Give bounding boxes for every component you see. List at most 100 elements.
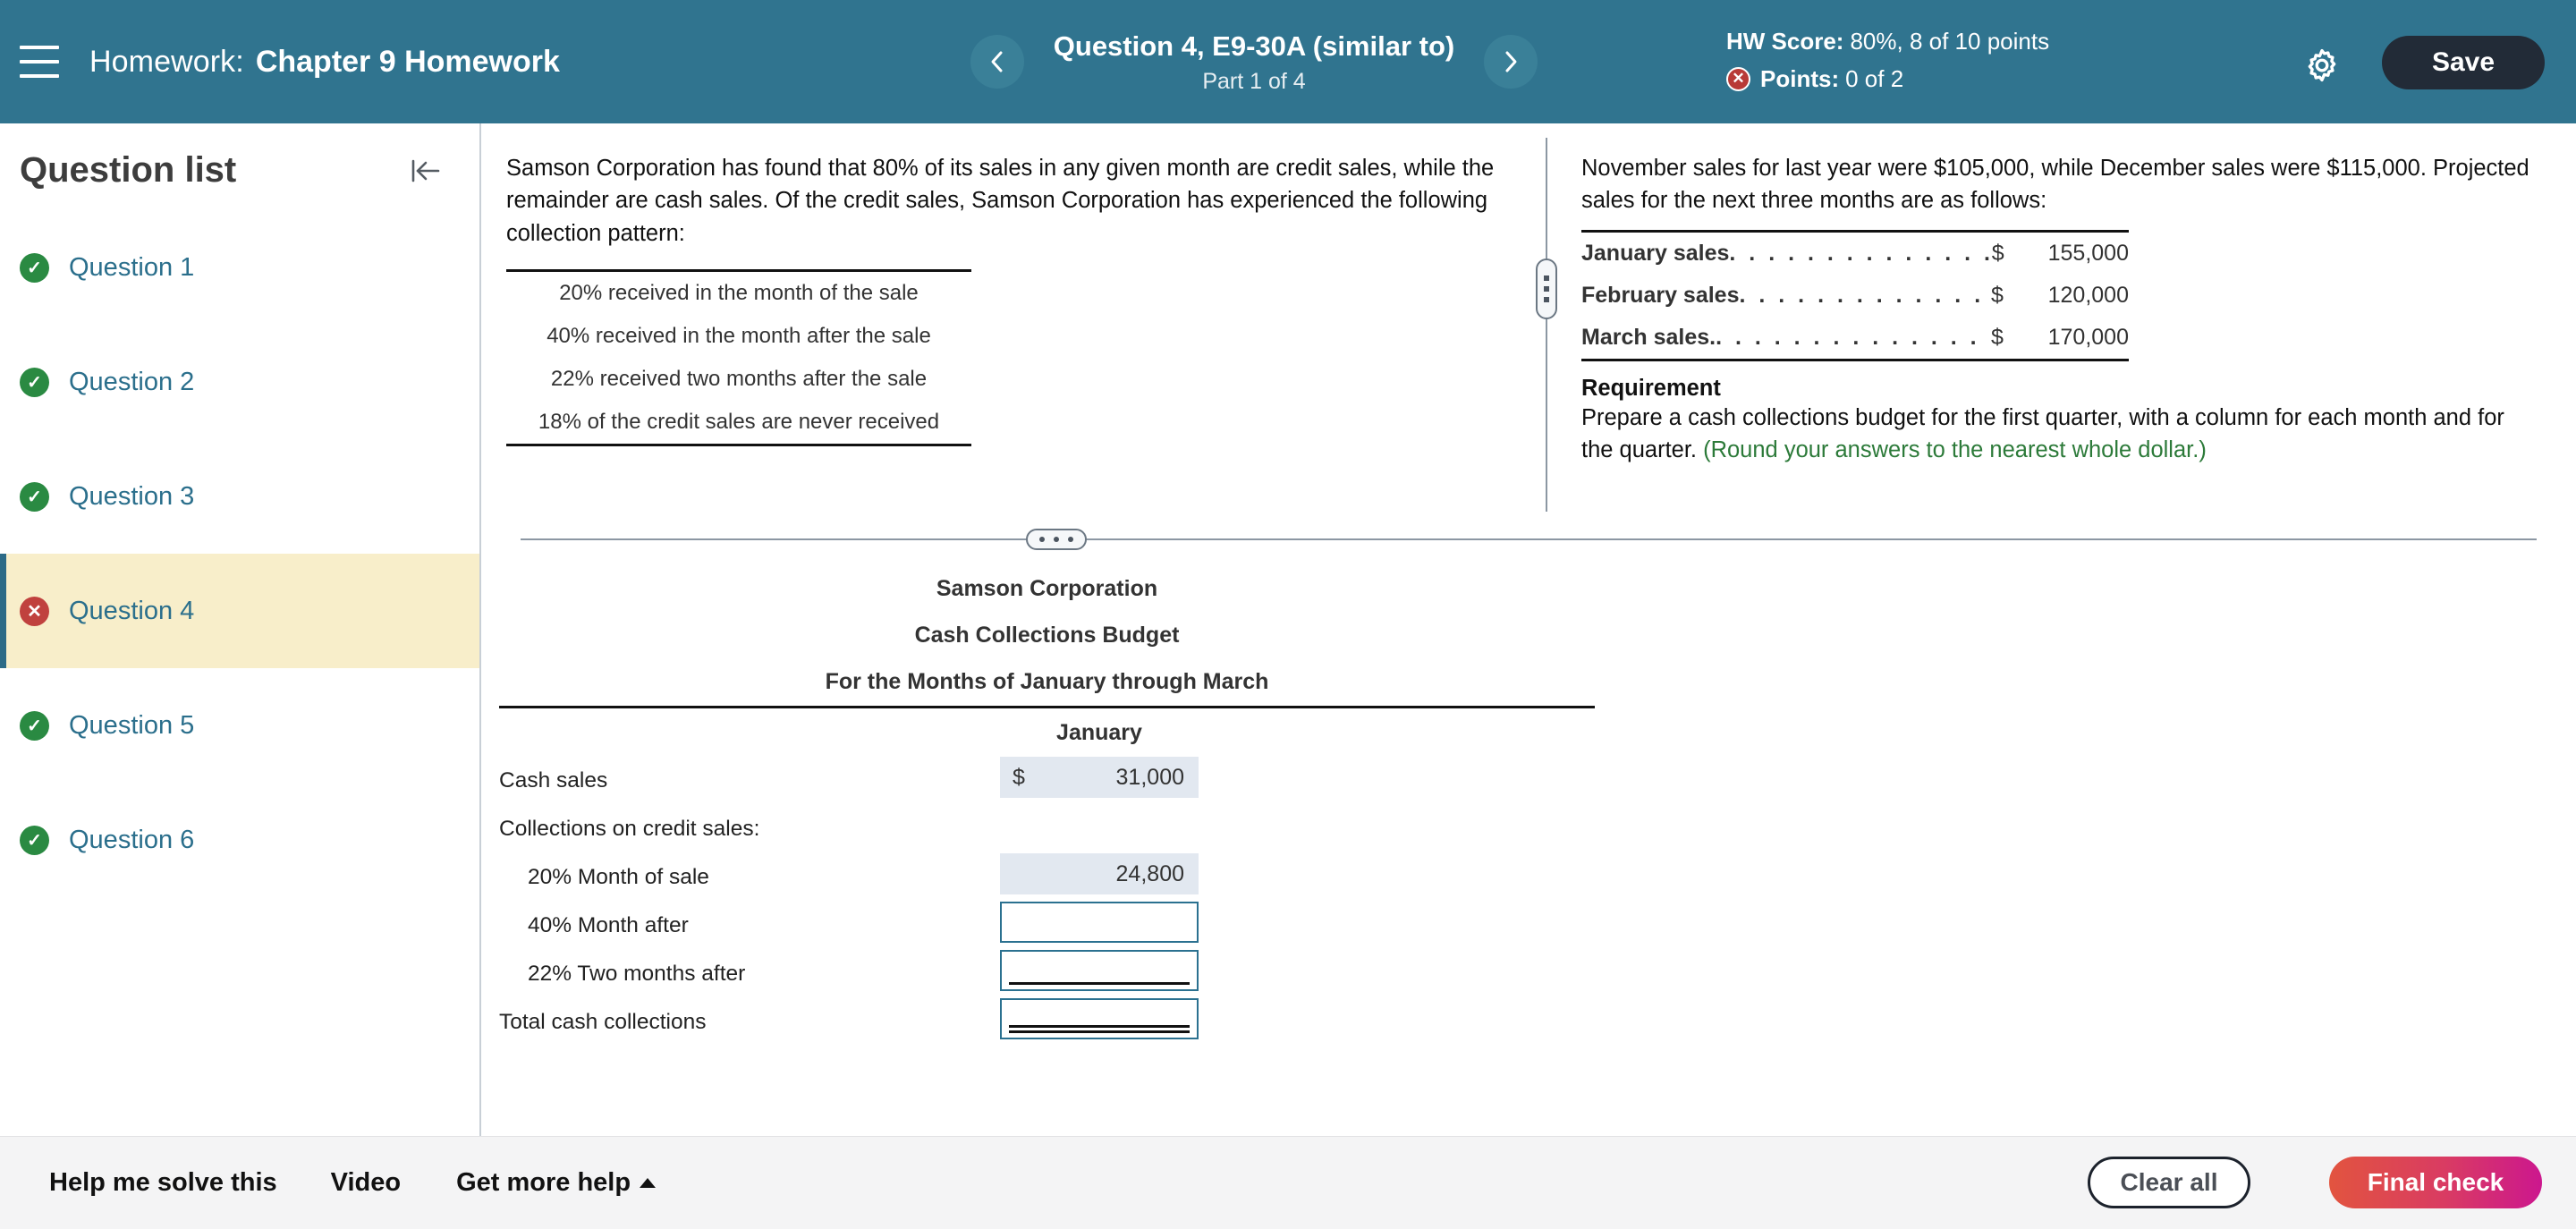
table-row: Cash sales $ 31,000 (499, 757, 1595, 805)
next-question-button[interactable] (1484, 35, 1538, 89)
help-me-solve-this-button[interactable]: Help me solve this (49, 1168, 277, 1198)
prev-question-button[interactable] (970, 35, 1024, 89)
row-cell: $ 31,000 (1000, 757, 1199, 805)
row-label: Collections on credit sales: (499, 817, 760, 841)
requirement-text: Prepare a cash collections budget for th… (1581, 402, 2540, 467)
row-label: Cash sales (499, 768, 608, 792)
final-check-button[interactable]: Final check (2329, 1157, 2542, 1208)
row-cell (1000, 950, 1199, 998)
subtotal-rule (1009, 982, 1190, 985)
readonly-value-cash-sales: $ 31,000 (1000, 757, 1199, 798)
hamburger-icon[interactable] (20, 46, 59, 78)
worksheet-column-header-cell: January (1000, 708, 1199, 759)
check-circle-icon: ✓ (20, 252, 49, 283)
answer-input-two-months-after[interactable] (1000, 950, 1199, 991)
worksheet-title-statement: Cash Collections Budget (914, 623, 1180, 648)
points-value: 0 of 2 (1845, 64, 1904, 92)
collection-pattern-row: 22% received two months after the sale (550, 367, 928, 392)
row-cell-empty (1000, 805, 1199, 853)
sidebar: Question list ✓ Question 1 ✓ Question 2 (0, 123, 481, 1136)
row-label: 40% Month after (528, 913, 689, 937)
row-cell: 24,800 (1000, 853, 1199, 902)
sidebar-header: Question list (0, 123, 479, 191)
leader-dots: . . . . . . . . . . . . . (1739, 282, 1985, 308)
worksheet-rows: January Cash sales $ 31,000 Collections … (499, 708, 1595, 1047)
settings-button[interactable] (2292, 38, 2352, 93)
row-label-text: March sales. (1581, 324, 1716, 350)
hamburger-bar (20, 74, 59, 78)
projected-sales-table: January sales . . . . . . . . . . . . . … (1581, 229, 2129, 361)
vertical-splitter[interactable] (1536, 138, 1557, 512)
cell-value: 24,800 (1115, 860, 1184, 886)
hw-score-value: 80%, 8 of 10 points (1850, 28, 2050, 55)
sidebar-item-question-4[interactable]: ✕ Question 4 (0, 554, 479, 668)
hamburger-bar (20, 60, 59, 64)
worksheet-table: Samson Corporation Cash Collections Budg… (499, 578, 1595, 1047)
question-header: Question 4, E9-30A (similar to) Part 1 o… (1044, 29, 1464, 94)
prompt-right-panel: November sales for last year were $105,0… (1547, 123, 2576, 526)
projected-sales-row: January sales . . . . . . . . . . . . . … (1581, 233, 2129, 275)
worksheet-title-period: For the Months of January through March (825, 669, 1269, 694)
error-x-icon: ✕ (1726, 66, 1750, 91)
sidebar-item-question-5[interactable]: ✓ Question 5 (0, 668, 479, 783)
table-row: Total cash collections (499, 998, 1595, 1047)
currency-symbol: $ (1013, 764, 1025, 790)
hw-score-row: HW Score: 80%, 8 of 10 points (1726, 25, 2049, 58)
chevron-right-icon (1505, 51, 1517, 72)
clear-all-button[interactable]: Clear all (2088, 1157, 2250, 1208)
row-label: January sales . . . . . . . . . . . . . … (1581, 241, 1992, 267)
get-more-help-button[interactable]: Get more help (456, 1168, 657, 1198)
sidebar-title: Question list (20, 150, 237, 190)
row-label: Total cash collections (499, 1010, 707, 1034)
vertical-drag-handle-icon[interactable] (1536, 259, 1557, 319)
score-summary: HW Score: 80%, 8 of 10 points ✕ Points: … (1726, 25, 2049, 96)
sidebar-item-question-3[interactable]: ✓ Question 3 (0, 439, 479, 554)
footer-toolbar: Help me solve this Video Get more help C… (0, 1136, 2576, 1229)
sidebar-item-question-2[interactable]: ✓ Question 2 (0, 325, 479, 439)
answer-input-total-cash-collections[interactable] (1000, 998, 1199, 1039)
row-cell (1000, 902, 1199, 950)
collapse-sidebar-button[interactable] (406, 151, 445, 191)
table-row: 20% Month of sale 24,800 (499, 853, 1595, 902)
sidebar-item-label: Question 4 (69, 596, 195, 625)
question-prompt-area: Samson Corporation has found that 80% of… (481, 123, 2576, 526)
sidebar-item-label: Question 2 (69, 367, 195, 396)
leader-dots: . . . . . . . . . . . . . . (1716, 324, 1980, 350)
row-label-text: February sales (1581, 282, 1740, 308)
leader-dots: . . . . . . . . . . . . . . (1729, 240, 1992, 266)
get-more-help-label: Get more help (456, 1168, 631, 1197)
sidebar-item-question-6[interactable]: ✓ Question 6 (0, 783, 479, 897)
save-button[interactable]: Save (2382, 36, 2545, 89)
collection-pattern-row: 20% received in the month of the sale (559, 281, 919, 306)
total-double-rule (1009, 1025, 1190, 1033)
projected-sales-row: March sales. . . . . . . . . . . . . . .… (1581, 317, 2129, 359)
row-value: 155,000 (2047, 240, 2129, 266)
currency-symbol: $ (1991, 282, 2004, 308)
collection-pattern-row: 40% received in the month after the sale (547, 324, 931, 349)
video-button[interactable]: Video (331, 1168, 401, 1198)
currency-symbol: $ (1991, 324, 2004, 350)
projected-sales-row: February sales . . . . . . . . . . . . .… (1581, 275, 2129, 317)
question-title: Question 4, E9-30A (similar to) (1053, 30, 1455, 63)
main-content: Samson Corporation has found that 80% of… (481, 123, 2576, 1136)
hw-score-label: HW Score: (1726, 28, 1844, 55)
row-label: March sales. . . . . . . . . . . . . . . (1581, 325, 1991, 351)
row-cell (1000, 998, 1199, 1047)
sidebar-item-question-1[interactable]: ✓ Question 1 (0, 210, 479, 325)
app-header: Homework: Chapter 9 Homework Question 4,… (0, 0, 2576, 123)
row-label-text: January sales (1581, 240, 1730, 266)
error-x-circle-icon: ✕ (20, 596, 49, 626)
row-value: 170,000 (2047, 324, 2129, 350)
question-part-label: Part 1 of 4 (1202, 68, 1306, 94)
hamburger-bar (20, 46, 59, 49)
points-row: ✕ Points: 0 of 2 (1726, 63, 2049, 96)
row-value: 120,000 (2047, 282, 2129, 308)
row-label: 22% Two months after (528, 962, 746, 986)
breadcrumb: Homework: (89, 44, 244, 79)
check-circle-icon: ✓ (20, 367, 49, 397)
answer-input-month-after[interactable] (1000, 902, 1199, 943)
question-list: ✓ Question 1 ✓ Question 2 ✓ Question 3 ✕… (0, 210, 479, 897)
cell-value: 31,000 (1115, 764, 1184, 790)
answer-worksheet: Samson Corporation Cash Collections Budg… (481, 540, 2576, 1136)
collection-pattern-table: 20% received in the month of the sale 40… (506, 269, 971, 447)
